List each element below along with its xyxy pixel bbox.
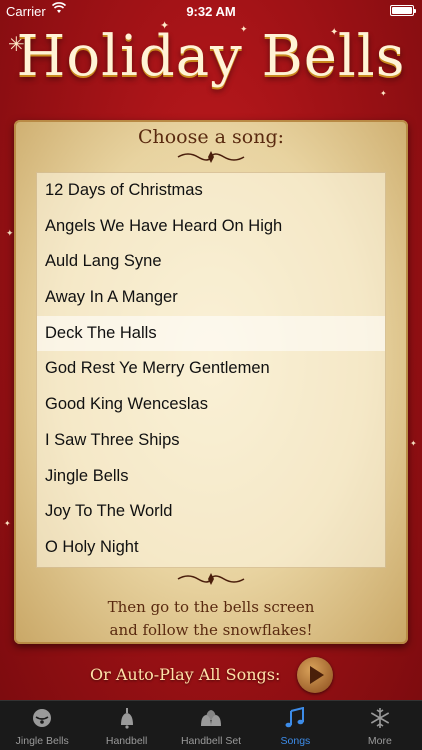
play-icon bbox=[310, 666, 324, 684]
song-list-item[interactable]: O Holy Night bbox=[37, 530, 385, 566]
instructions-text: Then go to the bells screen and follow t… bbox=[14, 596, 408, 642]
song-picker-panel: Choose a song: 12 Days of Christmas Angel… bbox=[14, 120, 408, 644]
sparkle-decoration: ✦ bbox=[4, 519, 11, 528]
song-list-item[interactable]: Deck The Halls bbox=[37, 315, 385, 352]
autoplay-row: Or Auto-Play All Songs: bbox=[0, 656, 422, 696]
status-time: 9:32 AM bbox=[186, 4, 236, 19]
tab-label: More bbox=[367, 735, 392, 747]
song-list-item[interactable]: Jingle Bells bbox=[37, 459, 385, 495]
tab-more[interactable]: More bbox=[338, 701, 422, 750]
music-notes-icon bbox=[253, 706, 337, 734]
tab-songs[interactable]: Songs bbox=[253, 701, 337, 750]
song-list-item[interactable]: Away In A Manger bbox=[37, 280, 385, 316]
tab-label: Jingle Bells bbox=[15, 735, 69, 747]
battery-icon bbox=[390, 5, 416, 16]
tab-handbell[interactable]: Handbell bbox=[84, 701, 168, 750]
tab-jingle-bells[interactable]: Jingle Bells bbox=[0, 701, 84, 750]
instructions-line-2: and follow the snowflakes! bbox=[109, 621, 313, 639]
instructions-line-1: Then go to the bells screen bbox=[107, 598, 315, 616]
autoplay-label: Or Auto-Play All Songs: bbox=[90, 665, 281, 684]
handbell-icon bbox=[84, 707, 168, 734]
song-list-item[interactable]: Good King Wenceslas bbox=[37, 387, 385, 423]
song-list-item[interactable]: I Saw Three Ships bbox=[37, 423, 385, 459]
jingle-bell-icon bbox=[0, 707, 84, 734]
snowflake-icon bbox=[338, 707, 422, 734]
tab-label: Handbell bbox=[105, 735, 148, 747]
tab-label: Handbell Set bbox=[180, 735, 242, 747]
sparkle-decoration: ✦ bbox=[380, 89, 387, 98]
tab-bar: Jingle Bells Handbell Handbell Set Songs Mor… bbox=[0, 700, 422, 750]
flourish-ornament-icon bbox=[14, 150, 408, 168]
song-list-item[interactable]: Auld Lang Syne bbox=[37, 244, 385, 280]
sparkle-decoration: ✦ bbox=[410, 439, 417, 448]
handbell-set-icon bbox=[169, 707, 253, 734]
choose-song-header: Choose a song: bbox=[137, 126, 285, 148]
tab-handbell-set[interactable]: Handbell Set bbox=[169, 701, 253, 750]
flourish-ornament-icon bbox=[14, 572, 408, 590]
song-list-item[interactable]: Angels We Have Heard On High bbox=[37, 209, 385, 245]
song-list[interactable]: 12 Days of Christmas Angels We Have Heard… bbox=[36, 172, 386, 568]
app-title: Holiday Bells bbox=[16, 24, 406, 89]
song-list-item[interactable]: God Rest Ye Merry Gentlemen bbox=[37, 351, 385, 387]
status-bar: Carrier 9:32 AM bbox=[0, 0, 422, 22]
song-list-item[interactable]: 12 Days of Christmas bbox=[37, 173, 385, 209]
song-list-item[interactable]: Joy To The World bbox=[37, 494, 385, 530]
tab-label: Songs bbox=[280, 735, 311, 747]
play-all-button[interactable] bbox=[297, 657, 333, 693]
sparkle-decoration: ✦ bbox=[6, 229, 14, 239]
